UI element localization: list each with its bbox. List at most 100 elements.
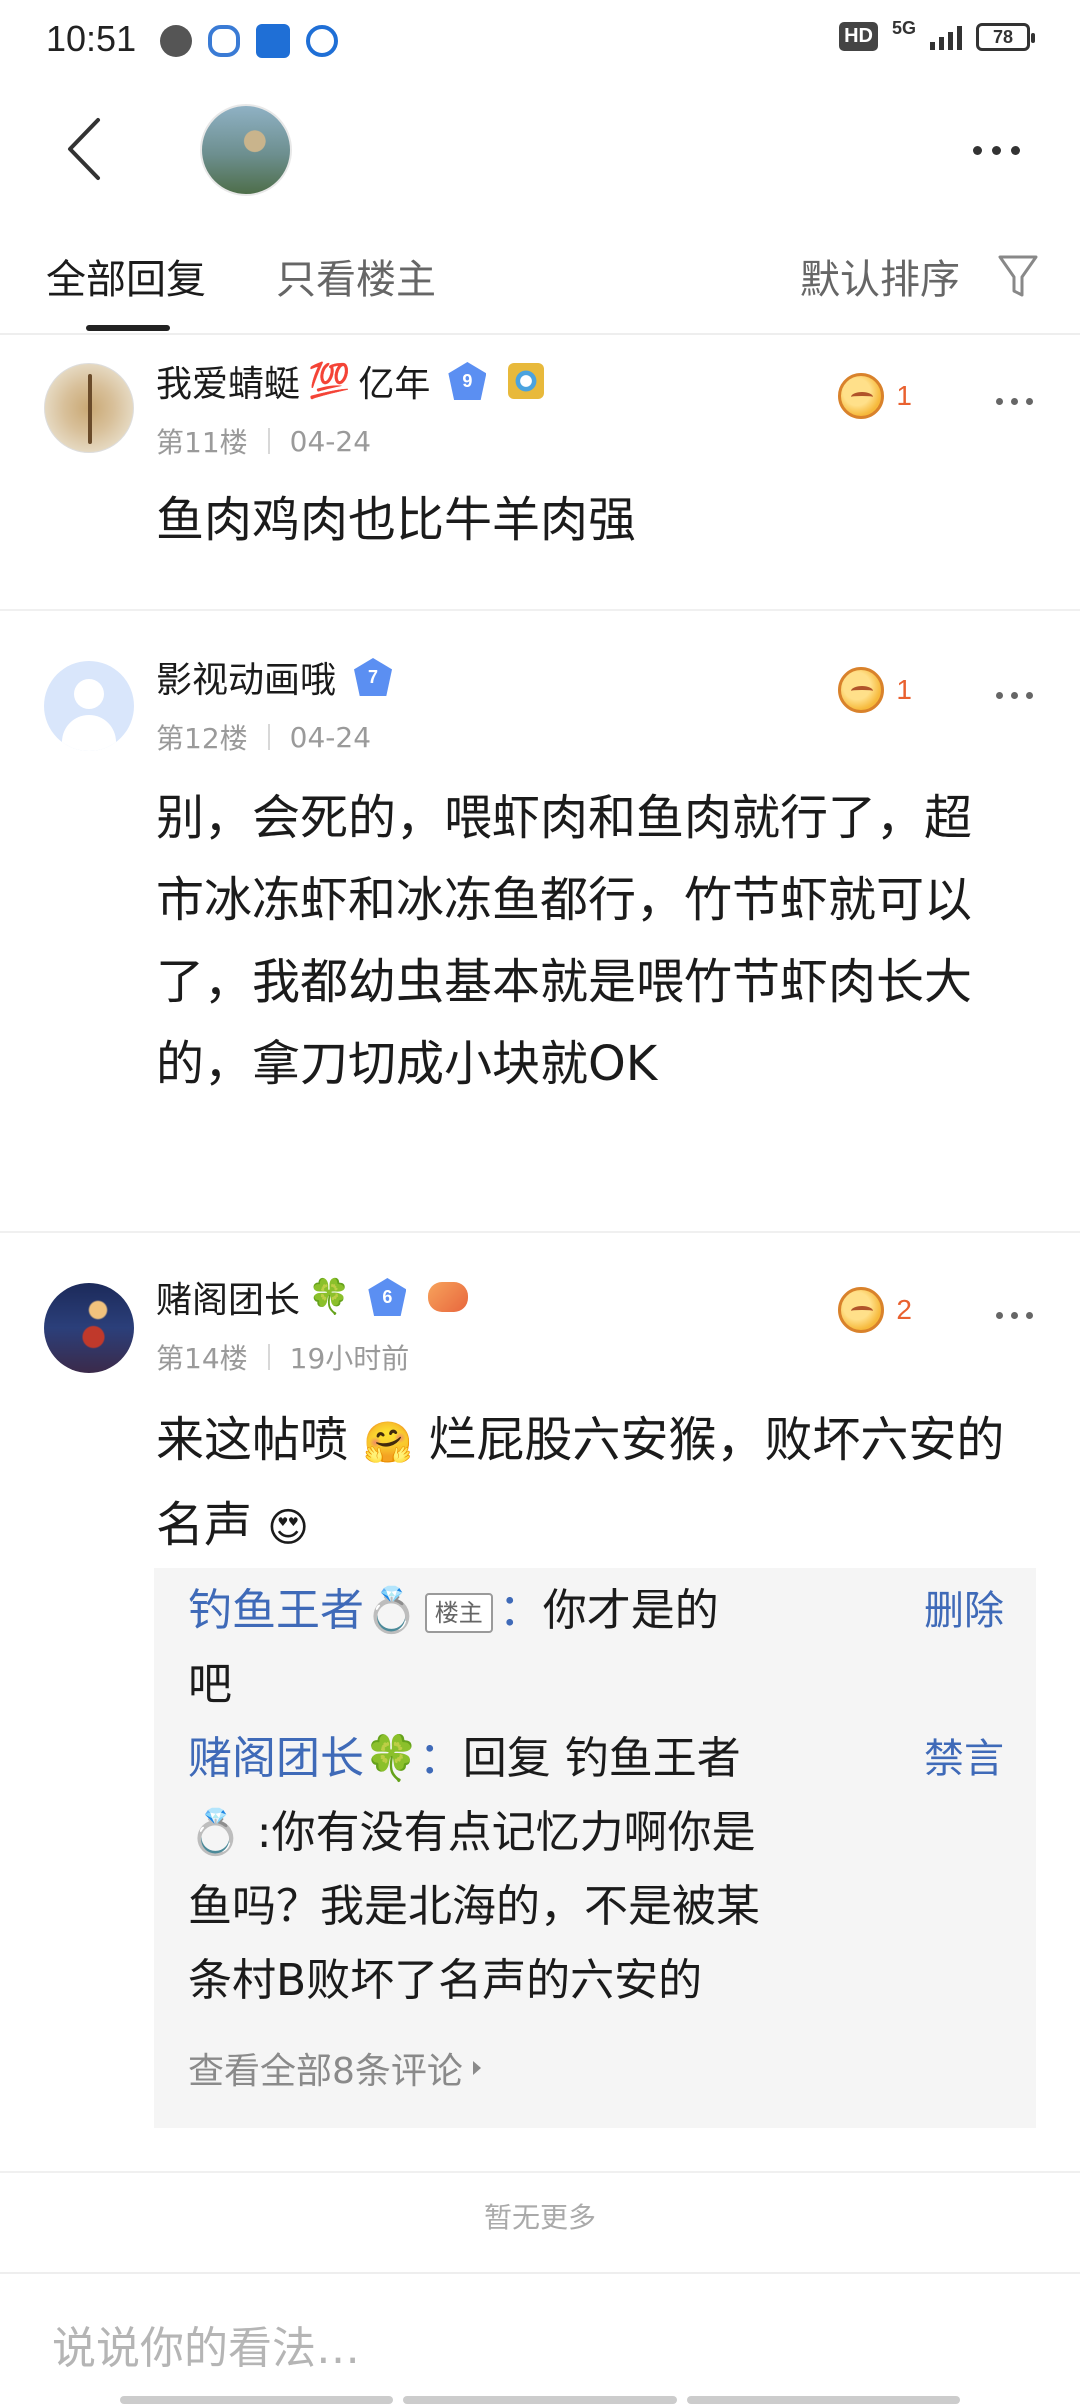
reply-post: 影视动画哦 7 第12楼 04-24 1 别，会死的，喂虾肉和鱼肉就行了，超市冰… (0, 611, 1080, 1233)
sub-reply[interactable]: 赌阁团长🍀：回复 钓鱼王者 💍 :你有没有点记忆力啊你是 鱼吗？我是北海的，不是… (188, 1722, 848, 2018)
like-button[interactable]: 2 (838, 1287, 912, 1333)
divider (0, 2272, 1080, 2274)
tab-all-replies[interactable]: 全部回复 (46, 247, 206, 305)
status-time: 10:51 (46, 18, 137, 59)
sub-reply-text: 你才是的 (542, 1585, 719, 1636)
dot-icon (995, 691, 1003, 699)
clover-emoji-icon: 🍀 (308, 1277, 351, 1317)
chevron-left-icon (68, 118, 100, 180)
like-button[interactable]: 1 (838, 667, 912, 713)
post-more-button[interactable] (984, 675, 1044, 715)
post-content: 别，会死的，喂虾肉和鱼肉就行了，超市冰冻虾和冰冻鱼都行，竹节虾就可以了，我都幼虫… (156, 790, 973, 1092)
mute-button[interactable]: 禁言 (924, 1726, 1004, 1784)
dot-icon (995, 1311, 1003, 1319)
like-count: 1 (896, 380, 912, 411)
user-avatar[interactable] (44, 363, 134, 453)
post-meta: 第14楼 19小时前 (156, 1337, 409, 1377)
dot-icon (991, 145, 1001, 155)
delete-button[interactable]: 删除 (924, 1578, 1004, 1636)
sub-reply-text: 鱼吗？我是北海的，不是被某 (188, 1881, 760, 1932)
hundred-emoji-icon: 💯 (308, 361, 351, 401)
dot-icon (1010, 397, 1018, 405)
sort-dropdown[interactable]: 默认排序 (800, 247, 960, 305)
divider (267, 428, 270, 454)
username-text: 赌阁团长 (156, 1280, 301, 1321)
divider (267, 1344, 270, 1370)
home-indicator (120, 2396, 960, 2404)
post-more-button[interactable] (984, 381, 1044, 421)
post-date: 19小时前 (289, 1342, 410, 1375)
notification-icons (160, 24, 338, 58)
chevron-right-icon (472, 2061, 481, 2075)
medal-icon (508, 363, 545, 399)
user-avatar[interactable] (44, 661, 134, 751)
status-indicators: HD 5G 78 (839, 18, 1035, 51)
content-text: 来这帖喷 (156, 1412, 349, 1468)
dot-icon (972, 145, 982, 155)
like-count: 2 (896, 1294, 912, 1325)
notification-app-icon (160, 25, 192, 57)
colon: ： (498, 1585, 543, 1636)
comment-input[interactable]: 说说你的看法… (52, 2312, 360, 2376)
post-date: 04-24 (289, 424, 372, 458)
tab-op-only[interactable]: 只看楼主 (276, 247, 436, 305)
floor-number: 第12楼 (156, 722, 248, 755)
network-type: 5G (891, 18, 916, 38)
dot-icon (1025, 1311, 1033, 1319)
battery-icon: 78 (976, 22, 1035, 51)
filter-icon[interactable] (996, 251, 1040, 301)
tab-active-indicator (86, 325, 170, 331)
dot-icon (1010, 145, 1020, 155)
notification-app-icon (256, 24, 290, 58)
reply-post: 我爱蜻蜓 💯 亿年 9 第11楼 04-24 1 鱼肉鸡肉也比牛羊肉强 (0, 337, 1080, 611)
level-badge-icon: 7 (354, 658, 393, 696)
username-text: 我爱蜻蜓 (156, 364, 301, 405)
dot-icon (1010, 691, 1018, 699)
username-suffix: 亿年 (358, 364, 431, 405)
notification-app-icon (208, 25, 240, 57)
divider (267, 724, 270, 750)
view-all-label: 查看全部8条评论 (188, 2051, 463, 2092)
sub-reply-text: 吧 (188, 1659, 232, 1710)
back-button[interactable] (58, 114, 118, 184)
post-meta: 第11楼 04-24 (156, 421, 371, 461)
sub-reply-user[interactable]: 钓鱼王者💍 (188, 1585, 419, 1636)
heart-eyes-icon: 😍 (267, 1505, 309, 1551)
reply-tabs: 全部回复 只看楼主 默认排序 (0, 235, 1080, 335)
like-button[interactable]: 1 (838, 373, 912, 419)
op-tag: 楼主 (424, 1593, 493, 1633)
sub-reply-text: 条村B败坏了名声的六安的 (188, 1955, 703, 2006)
more-options-button[interactable] (956, 120, 1036, 180)
sub-replies-box: 钓鱼王者💍 楼主 ：你才是的 吧 删除 赌阁团长🍀：回复 钓鱼王者 💍 :你有没有点… (154, 1568, 1036, 2128)
hugging-face-icon: 🤗 (363, 1420, 414, 1466)
like-count: 1 (896, 674, 912, 705)
username[interactable]: 影视动画哦 7 (156, 651, 393, 703)
view-all-comments-link[interactable]: 查看全部8条评论 (188, 2042, 481, 2094)
thread-author-avatar[interactable] (200, 104, 292, 196)
post-date: 04-24 (289, 720, 372, 754)
level-badge-icon: 9 (448, 362, 487, 400)
dot-icon (1025, 397, 1033, 405)
post-content: 来这帖喷 🤗 烂屁股六安猴，败坏六安的名声 😍 (156, 1399, 1036, 1569)
post-more-button[interactable] (984, 1295, 1044, 1335)
dot-icon (1025, 691, 1033, 699)
sub-reply-text: 回复 钓鱼王者 (462, 1733, 741, 1784)
username[interactable]: 我爱蜻蜓 💯 亿年 9 (156, 355, 545, 407)
thinking-face-icon (838, 373, 885, 419)
sub-reply-user[interactable]: 赌阁团长🍀： (188, 1733, 463, 1784)
no-more-label: 暂无更多 (483, 2201, 596, 2234)
post-content: 鱼肉鸡肉也比牛羊肉强 (156, 492, 637, 548)
floor-number: 第14楼 (156, 1342, 248, 1375)
username[interactable]: 赌阁团长 🍀 6 (156, 1271, 469, 1323)
hd-icon: HD (839, 22, 878, 51)
level-badge-icon: 6 (368, 1278, 407, 1316)
dot-icon (995, 397, 1003, 405)
post-meta: 第12楼 04-24 (156, 717, 371, 757)
dot-icon (1010, 1311, 1018, 1319)
user-avatar[interactable] (44, 1283, 134, 1373)
sub-reply[interactable]: 钓鱼王者💍 楼主 ：你才是的 吧 (188, 1574, 848, 1722)
username-text: 影视动画哦 (156, 660, 337, 701)
floor-number: 第11楼 (156, 426, 248, 459)
thinking-face-icon (838, 667, 885, 713)
thinking-face-icon (838, 1287, 885, 1333)
